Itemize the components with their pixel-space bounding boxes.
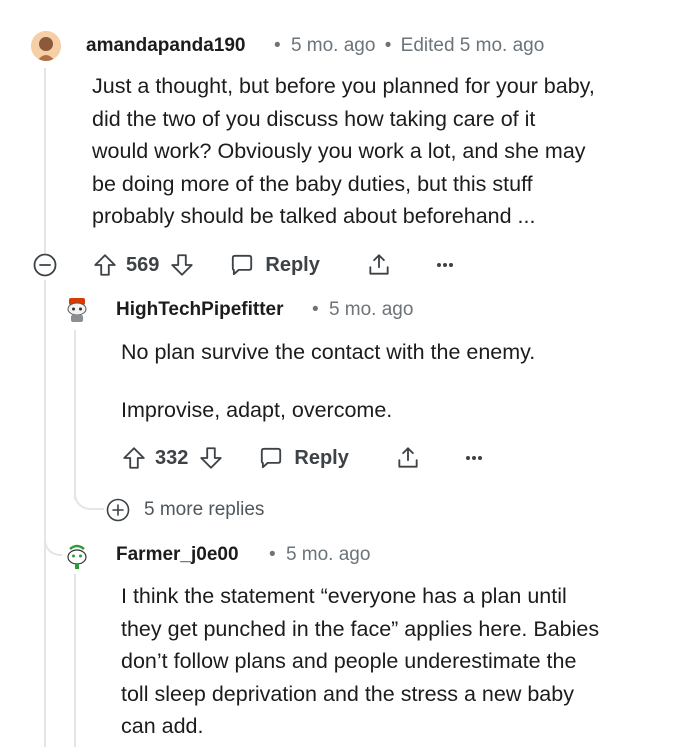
upvote-icon[interactable] bbox=[121, 445, 147, 471]
share-button[interactable] bbox=[366, 252, 392, 278]
comment-actions: 569 Reply bbox=[92, 247, 456, 283]
collapse-button[interactable] bbox=[33, 253, 57, 277]
share-button[interactable] bbox=[395, 445, 421, 471]
comment-body: I think the statement “everyone has a pl… bbox=[121, 580, 681, 743]
expand-icon bbox=[106, 498, 130, 522]
comment-line: Just a thought, but before you planned f… bbox=[92, 74, 595, 98]
comment-line: toll sleep deprivation and the stress a … bbox=[121, 681, 574, 706]
separator: • bbox=[312, 299, 319, 320]
thread-line-reply2 bbox=[74, 574, 76, 747]
thread-curve-more-replies bbox=[74, 480, 104, 510]
avatar[interactable] bbox=[62, 294, 92, 324]
comment-icon bbox=[229, 252, 255, 278]
timestamp: 5 mo. ago bbox=[328, 299, 414, 320]
username[interactable]: Farmer_j0e00 bbox=[116, 544, 239, 566]
vote-count: 332 bbox=[155, 446, 189, 469]
vote-group: 332 bbox=[121, 445, 224, 471]
reply-button[interactable]: Reply bbox=[229, 252, 320, 278]
edited-label: Edited 5 mo. ago bbox=[400, 35, 545, 56]
thread-curve-reply2 bbox=[44, 520, 64, 556]
comment-line: be doing more of the baby duties, but th… bbox=[92, 171, 533, 196]
timestamp: 5 mo. ago bbox=[285, 544, 371, 565]
collapse-icon bbox=[33, 253, 57, 277]
comment-line: I think the statement “everyone has a pl… bbox=[121, 584, 567, 608]
comment-meta: • 5 mo. ago bbox=[269, 544, 370, 566]
comment-meta: • 5 mo. ago bbox=[312, 299, 413, 321]
thread-line-level1 bbox=[44, 280, 46, 747]
more-replies-button[interactable]: 5 more replies bbox=[106, 498, 264, 522]
comment-actions: 332 Reply bbox=[121, 440, 485, 476]
comment-line: they get punched in the face” applies he… bbox=[121, 616, 600, 641]
comment-paragraph: No plan survive the contact with the ene… bbox=[121, 340, 536, 364]
separator: • bbox=[269, 544, 276, 565]
comment-paragraph: Improvise, adapt, overcome. bbox=[121, 397, 393, 422]
thread-line-reply1 bbox=[74, 330, 76, 500]
reply-label: Reply bbox=[294, 446, 349, 469]
comment-line: would work? Obviously you work a lot, an… bbox=[92, 139, 586, 163]
avatar[interactable] bbox=[31, 31, 61, 61]
vote-group: 569 bbox=[92, 252, 195, 278]
share-icon bbox=[366, 252, 392, 278]
comment-meta: • 5 mo. ago • Edited 5 mo. ago bbox=[274, 35, 544, 57]
upvote-icon[interactable] bbox=[92, 252, 118, 278]
share-icon bbox=[395, 445, 421, 471]
more-replies-label: 5 more replies bbox=[144, 499, 265, 520]
comment-body: Just a thought, but before you planned f… bbox=[92, 70, 682, 233]
comment-line: don’t follow plans and people underestim… bbox=[121, 649, 577, 673]
more-options-icon bbox=[434, 260, 456, 270]
more-options-button[interactable] bbox=[434, 260, 456, 270]
reply-button[interactable]: Reply bbox=[258, 445, 349, 471]
reply-label: Reply bbox=[265, 253, 320, 276]
comment-icon bbox=[258, 445, 284, 471]
comment-body: No plan survive the contact with the ene… bbox=[121, 336, 681, 426]
username[interactable]: HighTechPipefitter bbox=[116, 299, 284, 321]
separator: • bbox=[274, 35, 281, 56]
more-options-button[interactable] bbox=[463, 453, 485, 463]
vote-count: 569 bbox=[126, 253, 160, 276]
more-options-icon bbox=[463, 453, 485, 463]
comment-line: did the two of you discuss how taking ca… bbox=[92, 106, 536, 131]
separator: • bbox=[384, 35, 392, 56]
downvote-icon[interactable] bbox=[198, 445, 224, 471]
timestamp: 5 mo. ago bbox=[290, 35, 376, 56]
comment-line: probably should be talked about beforeha… bbox=[92, 204, 536, 228]
downvote-icon[interactable] bbox=[169, 252, 195, 278]
thread-line-main bbox=[44, 68, 46, 253]
username[interactable]: amandapanda190 bbox=[86, 35, 245, 57]
comment-line: can add. bbox=[121, 714, 204, 738]
avatar[interactable] bbox=[62, 540, 92, 570]
